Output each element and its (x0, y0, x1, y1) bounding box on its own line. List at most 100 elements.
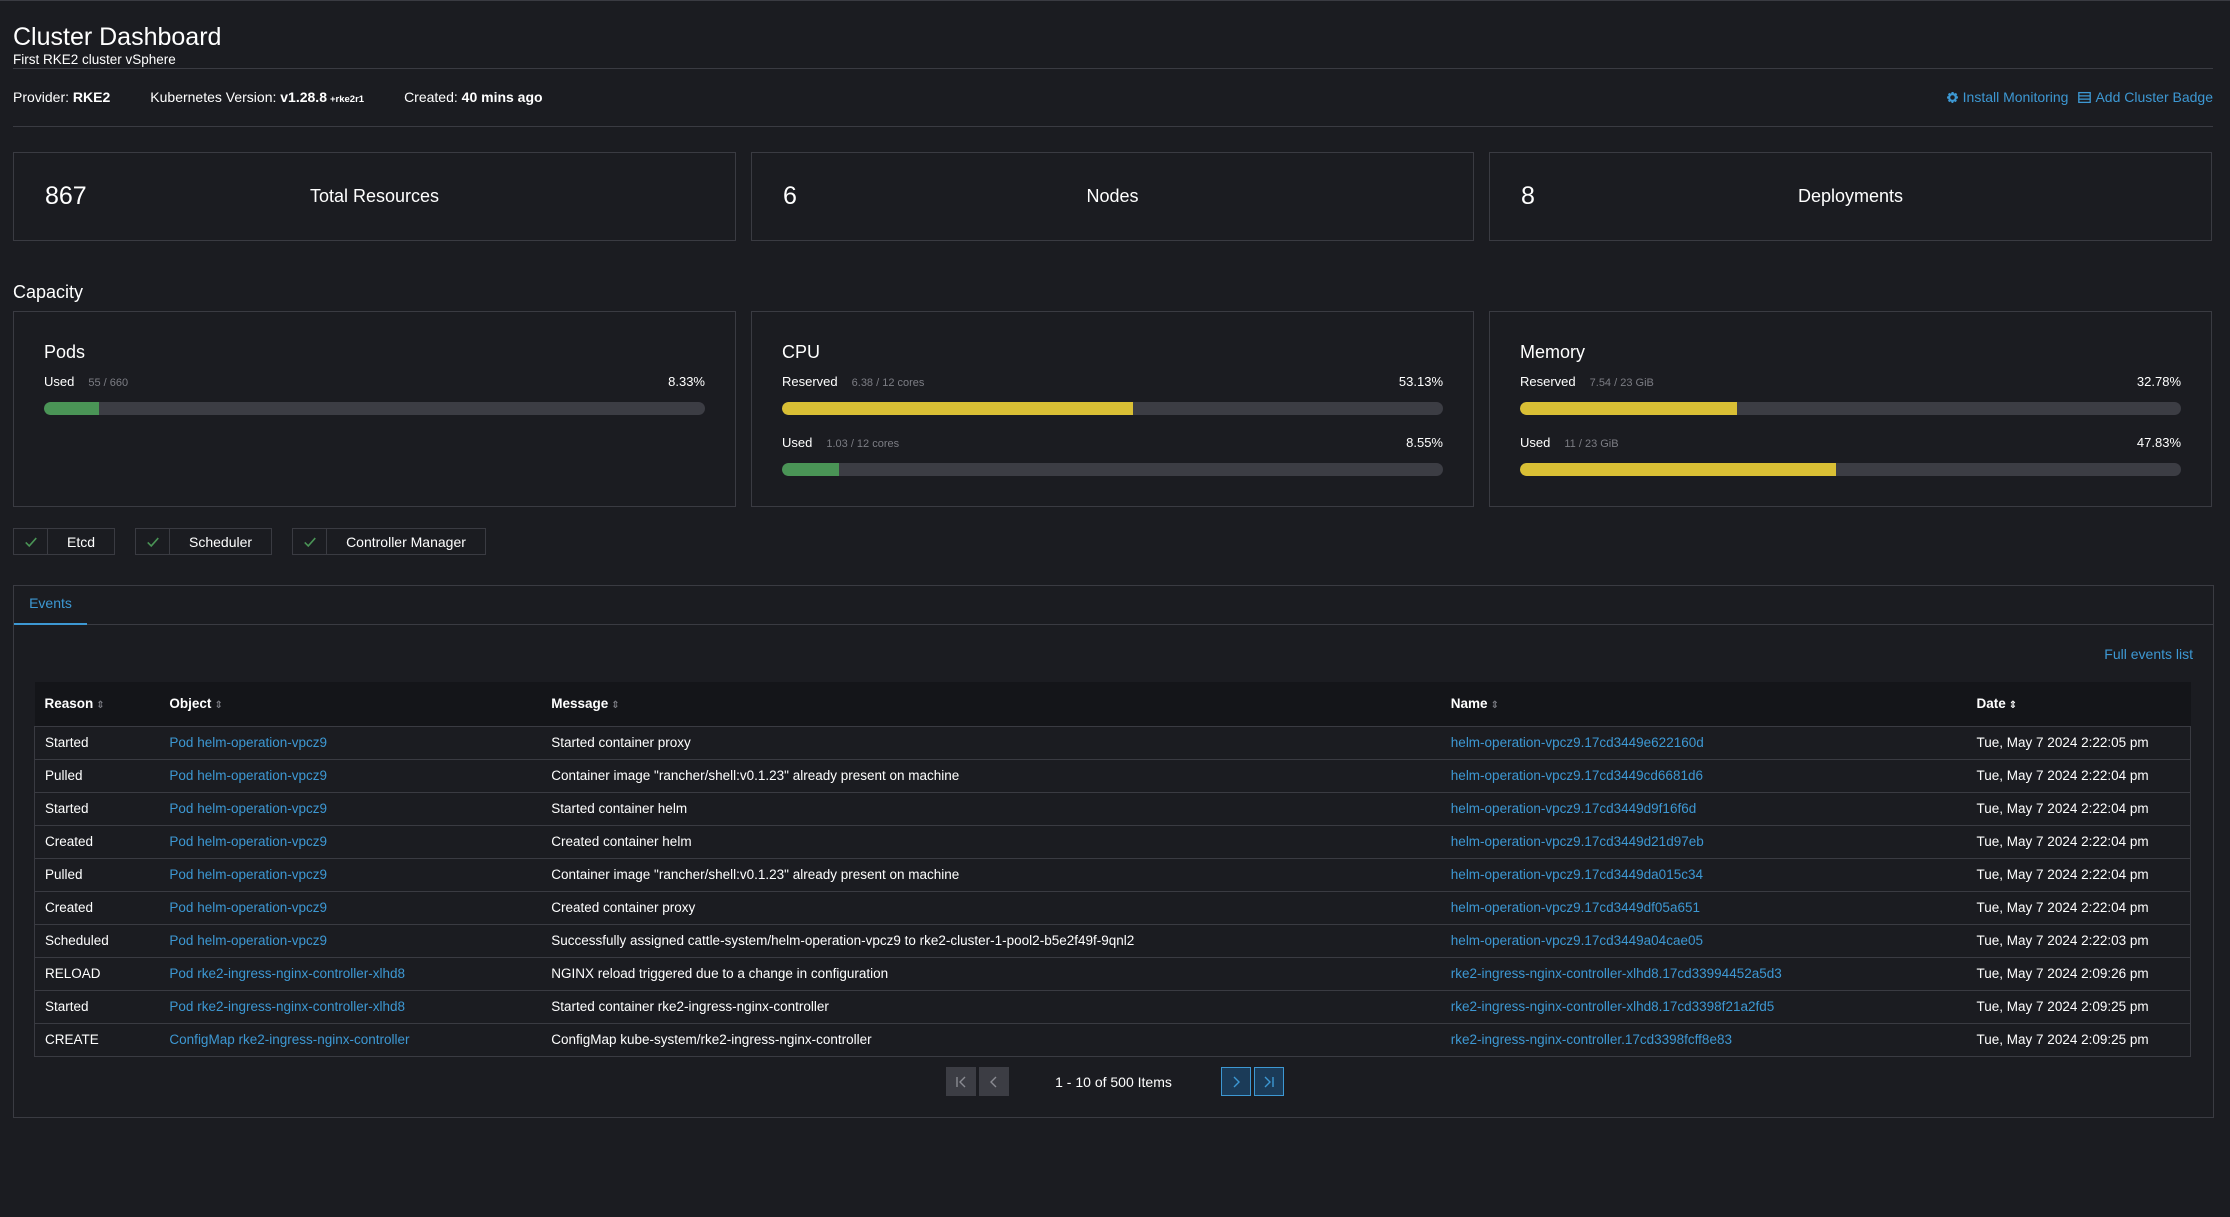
memory-reserved-metric: Reserved 7.54 / 23 GiB 32.78% (1520, 374, 2181, 415)
cell-name-link[interactable]: rke2-ingress-nginx-controller-xlhd8.17cd… (1440, 956, 1967, 990)
progress-bar (1520, 402, 2181, 415)
chevron-right-icon (1233, 1076, 1240, 1087)
cell-reason: Started (34, 989, 160, 1023)
progress-fill (782, 463, 839, 476)
table-row: Scheduled Pod helm-operation-vpcz9 Success… (34, 923, 2191, 957)
cell-name-link[interactable]: helm-operation-vpcz9.17cd3449d21d97eb (1440, 824, 1967, 858)
cell-object-link[interactable]: Pod helm-operation-vpcz9 (159, 857, 542, 891)
cell-object-link[interactable]: Pod helm-operation-vpcz9 (159, 890, 542, 924)
column-header-message[interactable]: Message ⇕ (541, 682, 1441, 726)
cpu-capacity: CPU Reserved 6.38 / 12 cores 53.13% Used… (751, 311, 1474, 507)
column-header-name[interactable]: Name ⇕ (1441, 682, 1967, 726)
first-page-icon (956, 1076, 966, 1087)
cell-object-link[interactable]: Pod rke2-ingress-nginx-controller-xlhd8 (159, 956, 542, 990)
column-header-reason[interactable]: Reason ⇕ (35, 682, 160, 726)
check-icon (146, 537, 159, 547)
events-table: Reason ⇕ Object ⇕ Message ⇕ Name ⇕ Date ⇕ Sta… (34, 682, 2191, 1057)
nodes-card[interactable]: 6 Nodes (751, 152, 1474, 241)
table-row: RELOAD Pod rke2-ingress-nginx-controller-… (34, 956, 2191, 990)
cell-object-link[interactable]: Pod rke2-ingress-nginx-controller-xlhd8 (159, 989, 542, 1023)
metric-label: Reserved (782, 374, 838, 389)
progress-bar (782, 463, 1443, 476)
memory-used-metric: Used 11 / 23 GiB 47.83% (1520, 435, 2181, 476)
cell-object-link[interactable]: Pod helm-operation-vpcz9 (159, 791, 542, 825)
created-value: 40 mins ago (461, 89, 543, 105)
install-monitoring-label: Install Monitoring (1962, 89, 2069, 105)
cell-object-link[interactable]: ConfigMap rke2-ingress-nginx-controller (159, 1022, 542, 1056)
cell-name-link[interactable]: helm-operation-vpcz9.17cd3449a04cae05 (1440, 923, 1967, 957)
metric-detail: 1.03 / 12 cores (826, 438, 900, 450)
card-label: Total Resources (309, 186, 440, 206)
table-row: Created Pod helm-operation-vpcz9 Created c… (34, 890, 2191, 924)
cell-object-link[interactable]: Pod helm-operation-vpcz9 (159, 758, 542, 792)
table-row: Started Pod helm-operation-vpcz9 Started c… (34, 791, 2191, 825)
etcd-status: Etcd (13, 528, 116, 555)
cell-reason: Pulled (34, 758, 160, 792)
metric-percent: 8.55% (1406, 435, 1443, 450)
cell-name-link[interactable]: rke2-ingress-nginx-controller.17cd3398fc… (1440, 1022, 1967, 1056)
column-header-object[interactable]: Object ⇕ (159, 682, 541, 726)
cell-object-link[interactable]: Pod helm-operation-vpcz9 (159, 923, 542, 957)
install-monitoring-button[interactable]: Install Monitoring (1946, 89, 2069, 105)
card-label: Nodes (1086, 186, 1139, 206)
metric-percent: 8.33% (668, 374, 705, 389)
metric-percent: 32.78% (2136, 374, 2181, 389)
header-divider (13, 68, 2213, 69)
metric-detail: 7.54 / 23 GiB (1589, 377, 1654, 389)
last-page-button[interactable] (1253, 1067, 1284, 1096)
scheduler-status: Scheduler (135, 528, 273, 555)
cell-object-link[interactable]: Pod helm-operation-vpcz9 (159, 725, 542, 759)
metric-detail: 55 / 660 (88, 377, 129, 389)
progress-fill (1520, 463, 1837, 476)
prev-page-button[interactable] (979, 1067, 1010, 1096)
top-divider (0, 0, 2230, 1)
cell-message: Started container proxy (541, 725, 1441, 759)
metric-label: Reserved (1520, 374, 1576, 389)
capacity-panel-title: Pods (44, 342, 86, 362)
deployments-card[interactable]: 8 Deployments (1489, 152, 2212, 241)
cell-name-link[interactable]: rke2-ingress-nginx-controller-xlhd8.17cd… (1440, 989, 1967, 1023)
pods-used-metric: Used 55 / 660 8.33% (44, 374, 705, 415)
add-cluster-badge-label: Add Cluster Badge (2095, 89, 2213, 105)
cell-name-link[interactable]: helm-operation-vpcz9.17cd3449d9f16f6d (1440, 791, 1967, 825)
capacity-panel-title: CPU (782, 342, 821, 362)
table-row: Pulled Pod helm-operation-vpcz9 Container … (34, 857, 2191, 891)
cell-reason: Started (34, 791, 160, 825)
next-page-button[interactable] (1220, 1067, 1251, 1096)
table-row: Started Pod helm-operation-vpcz9 Started c… (34, 725, 2191, 759)
metric-percent: 53.13% (1398, 374, 1443, 389)
cell-message: Created container helm (541, 824, 1441, 858)
component-status: Etcd Scheduler Controller Manager (13, 528, 486, 555)
cell-reason: Created (34, 890, 160, 924)
add-cluster-badge-button[interactable]: Add Cluster Badge (2078, 89, 2213, 105)
page-subtitle: First RKE2 cluster vSphere (13, 52, 176, 67)
cell-name-link[interactable]: helm-operation-vpcz9.17cd3449df05a651 (1440, 890, 1967, 924)
total-resources-card[interactable]: 867 Total Resources (13, 152, 736, 241)
cell-name-link[interactable]: helm-operation-vpcz9.17cd3449cd6681d6 (1440, 758, 1967, 792)
cell-reason: Created (34, 824, 160, 858)
cell-date: Tue, May 7 2024 2:22:04 pm (1966, 857, 2191, 891)
cluster-meta: Provider: RKE2 Kubernetes Version: v1.28… (13, 89, 583, 105)
component-label: Controller Manager (346, 533, 466, 550)
cell-object-link[interactable]: Pod helm-operation-vpcz9 (159, 824, 542, 858)
full-events-list-link[interactable]: Full events list (2104, 646, 2193, 662)
capacity-panel-title: Memory (1520, 342, 1586, 362)
cell-message: ConfigMap kube-system/rke2-ingress-nginx… (541, 1022, 1441, 1056)
cell-date: Tue, May 7 2024 2:09:25 pm (1966, 1022, 2191, 1056)
cpu-used-metric: Used 1.03 / 12 cores 8.55% (782, 435, 1443, 476)
metric-label: Used (1520, 435, 1551, 450)
tab-events[interactable]: Events (14, 586, 87, 625)
first-page-button[interactable] (946, 1067, 977, 1096)
column-header-date[interactable]: Date ⇕ (1967, 682, 2191, 726)
pagination-info: 1 - 10 of 500 Items (1055, 1073, 1172, 1090)
cell-name-link[interactable]: helm-operation-vpcz9.17cd3449e622160d (1440, 725, 1967, 759)
cell-date: Tue, May 7 2024 2:22:04 pm (1966, 791, 2191, 825)
card-count: 6 (783, 182, 797, 210)
k8s-suffix: +rke2r1 (329, 94, 365, 105)
header-actions: Install Monitoring Add Cluster Badge (1946, 89, 2213, 105)
cell-message: NGINX reload triggered due to a change i… (541, 956, 1441, 990)
table-row: Started Pod rke2-ingress-nginx-controller… (34, 989, 2191, 1023)
cell-name-link[interactable]: helm-operation-vpcz9.17cd3449da015c34 (1440, 857, 1967, 891)
page-header: Cluster Dashboard First RKE2 cluster vSp… (13, 22, 221, 68)
cpu-reserved-metric: Reserved 6.38 / 12 cores 53.13% (782, 374, 1443, 415)
